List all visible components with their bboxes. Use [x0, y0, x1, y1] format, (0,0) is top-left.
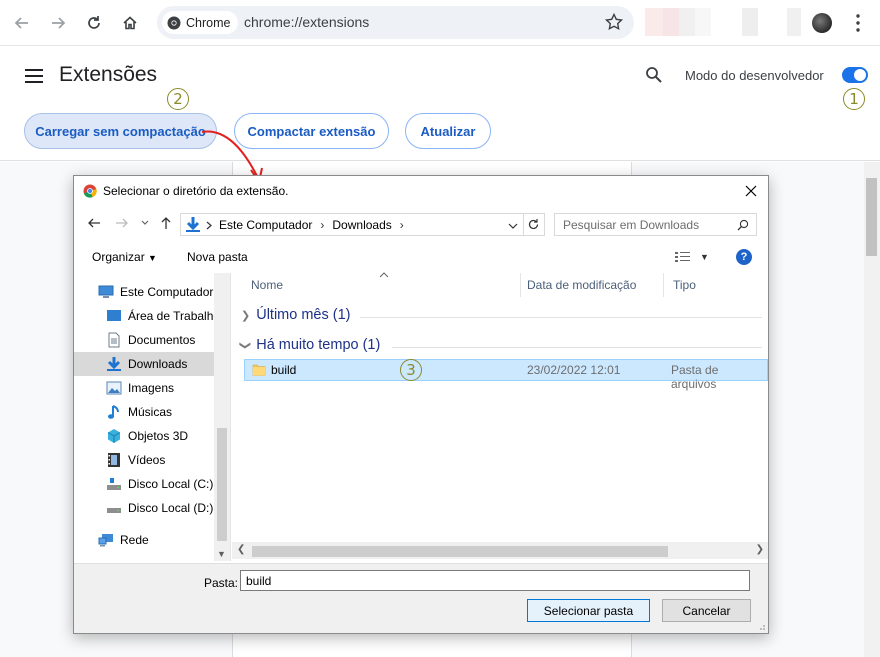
- search-icon: [737, 219, 749, 231]
- chevron-right-icon: ❯: [241, 309, 251, 322]
- resize-grip-icon[interactable]: [756, 621, 766, 631]
- new-folder-button[interactable]: Nova pasta: [187, 250, 248, 264]
- nav-item-music[interactable]: Músicas: [74, 400, 214, 424]
- chevron-down-icon[interactable]: [140, 218, 150, 228]
- images-icon: [106, 380, 122, 396]
- nav-item-videos[interactable]: Vídeos: [74, 448, 214, 472]
- computer-icon: [98, 284, 114, 300]
- nav-item-images[interactable]: Imagens: [74, 376, 214, 400]
- nav-label: Imagens: [128, 381, 175, 395]
- folder-name-input[interactable]: build: [240, 570, 750, 591]
- refresh-icon[interactable]: [527, 218, 540, 231]
- help-icon[interactable]: ?: [736, 249, 752, 265]
- dialog-titlebar: Selecionar o diretório da extensão.: [74, 176, 768, 206]
- file-name: build: [271, 363, 297, 377]
- group-last-month[interactable]: ❯ Último mês (1): [241, 307, 350, 323]
- navigation-pane: Este Computador Área de Trabalho Documen…: [74, 273, 231, 561]
- column-header-date[interactable]: Data de modificação: [521, 273, 664, 297]
- file-type: Pasta de arquivos: [671, 363, 719, 391]
- folder-label: Pasta:: [204, 576, 239, 590]
- column-name-label: Nome: [251, 278, 284, 292]
- breadcrumb-computer[interactable]: Este Computador: [219, 218, 312, 232]
- up-arrow-icon[interactable]: [158, 215, 174, 231]
- downloads-icon: [186, 217, 200, 232]
- nav-pane-scrollbar[interactable]: ▼: [214, 273, 230, 561]
- documents-icon: [106, 332, 122, 348]
- column-header-name[interactable]: Nome: [232, 273, 521, 297]
- nav-label: Documentos: [128, 333, 196, 347]
- nav-item-downloads[interactable]: Downloads: [74, 352, 214, 376]
- nav-label: Downloads: [128, 357, 188, 371]
- nav-label: Área de Trabalho: [128, 309, 214, 323]
- nav-item-computer[interactable]: Este Computador: [74, 280, 214, 304]
- page-scrollbar[interactable]: [864, 162, 880, 657]
- dialog-nav-row: Este Computador › Downloads › Pesquisar …: [74, 209, 768, 239]
- dialog-search-input[interactable]: Pesquisar em Downloads: [554, 213, 757, 236]
- nav-label: Vídeos: [128, 453, 166, 467]
- nav-item-desktop[interactable]: Área de Trabalho: [74, 304, 214, 328]
- search-placeholder: Pesquisar em Downloads: [563, 218, 700, 232]
- column-type-label: Tipo: [673, 278, 696, 292]
- folder-icon: [252, 364, 266, 376]
- view-options-icon[interactable]: [674, 251, 692, 263]
- breadcrumb-downloads[interactable]: Downloads: [332, 218, 391, 232]
- nav-label: Disco Local (C:): [128, 477, 214, 491]
- nav-item-documents[interactable]: Documentos: [74, 328, 214, 352]
- column-date-label: Data de modificação: [527, 278, 637, 292]
- dialog-footer: Pasta: build Selecionar pasta Cancelar: [74, 563, 768, 633]
- nav-label: Rede: [120, 533, 149, 547]
- chevron-down-icon: ❯: [239, 340, 252, 350]
- drive-icon: [106, 500, 122, 516]
- forward-arrow-icon[interactable]: [114, 215, 130, 231]
- chevron-right-icon: ›: [320, 218, 325, 232]
- chevron-right-icon: [206, 221, 212, 230]
- nav-item-disk-c[interactable]: Disco Local (C:): [74, 472, 214, 496]
- nav-label: Disco Local (D:): [128, 501, 214, 515]
- step-marker-3: 3: [400, 359, 422, 381]
- chrome-logo-icon: [83, 184, 97, 198]
- organize-button[interactable]: Organizar ▼: [92, 250, 157, 264]
- annotation-arrow: [201, 130, 263, 185]
- scroll-right-arrow-icon[interactable]: ❯: [756, 544, 764, 555]
- group-long-ago[interactable]: ❯ Há muito tempo (1): [239, 337, 381, 353]
- drive-icon: [106, 476, 122, 492]
- nav-item-3d-objects[interactable]: Objetos 3D: [74, 424, 214, 448]
- nav-label: Objetos 3D: [128, 429, 189, 443]
- file-list: Nome Data de modificação Tipo ❯ Último m…: [232, 272, 768, 561]
- path-bar[interactable]: Este Computador › Downloads ›: [180, 213, 545, 236]
- file-row-build[interactable]: build 23/02/2022 12:01 Pasta de arquivos: [244, 359, 768, 391]
- nav-label: Músicas: [128, 405, 173, 419]
- nav-item-disk-d[interactable]: Disco Local (D:): [74, 496, 214, 520]
- scroll-down-arrow-icon[interactable]: ▼: [217, 549, 226, 559]
- group-label: Há muito tempo (1): [256, 337, 381, 353]
- videos-icon: [106, 452, 122, 468]
- close-icon[interactable]: [742, 182, 760, 200]
- folder-picker-dialog: Selecionar o diretório da extensão. Este…: [73, 175, 769, 634]
- downloads-icon: [106, 356, 122, 372]
- command-bar: Organizar ▼ Nova pasta ▼ ?: [74, 243, 768, 271]
- cancel-button[interactable]: Cancelar: [662, 599, 751, 622]
- chevron-down-icon[interactable]: [508, 221, 518, 231]
- objects-3d-icon: [106, 428, 122, 444]
- music-icon: [106, 404, 122, 420]
- nav-item-network[interactable]: Rede: [74, 528, 214, 552]
- nav-label: Este Computador: [120, 285, 214, 299]
- select-folder-button[interactable]: Selecionar pasta: [527, 599, 650, 622]
- dropdown-caret-icon: ▼: [148, 253, 157, 263]
- back-arrow-icon[interactable]: [86, 215, 102, 231]
- scroll-left-arrow-icon[interactable]: ❮: [237, 544, 245, 555]
- sort-ascending-icon: [379, 272, 389, 278]
- dialog-title: Selecionar o diretório da extensão.: [103, 184, 289, 198]
- chevron-right-icon: ›: [399, 218, 404, 232]
- organize-label: Organizar: [92, 250, 145, 264]
- network-icon: [98, 532, 114, 548]
- column-header-type[interactable]: Tipo: [664, 273, 768, 297]
- group-label: Último mês (1): [256, 307, 351, 323]
- file-date: 23/02/2022 12:01: [527, 363, 621, 377]
- file-list-horizontal-scrollbar[interactable]: ❮ ❯: [232, 542, 768, 559]
- view-dropdown-caret-icon[interactable]: ▼: [700, 252, 709, 262]
- desktop-icon: [106, 308, 122, 324]
